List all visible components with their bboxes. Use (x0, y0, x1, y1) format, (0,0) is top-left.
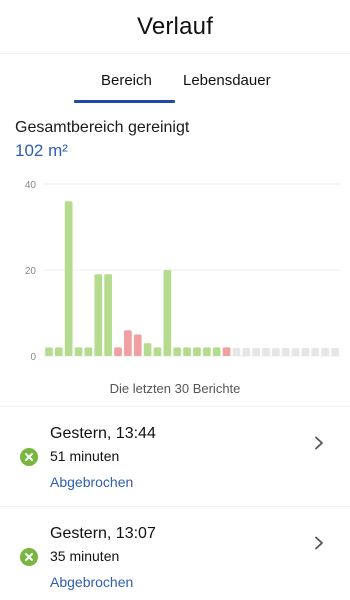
chart-bar[interactable] (311, 348, 320, 356)
area-chart-svg: 40 20 0 (25, 180, 340, 363)
chart-bar[interactable] (252, 348, 260, 356)
chart-bar[interactable] (272, 348, 280, 356)
divider (0, 406, 350, 407)
history-item-duration: 51 minuten (50, 448, 120, 464)
chart-bar[interactable] (153, 347, 162, 356)
chart-bar[interactable] (281, 348, 290, 356)
chart-bar[interactable] (212, 347, 221, 356)
total-area-label: Gesamtbereich gereinigt (15, 119, 190, 136)
chart-bar[interactable] (193, 347, 201, 356)
chart-bar[interactable] (183, 347, 191, 356)
chart-bar[interactable] (291, 348, 300, 356)
tab-bar: Bereich Lebensdauer (0, 54, 350, 104)
chart-bar[interactable] (232, 348, 241, 356)
chart-bar[interactable] (124, 330, 132, 356)
chart-bar[interactable] (45, 347, 53, 356)
chart-bar[interactable] (173, 347, 182, 356)
chart-bar[interactable] (202, 347, 211, 356)
chart-bar[interactable] (104, 274, 112, 356)
active-tab-indicator (74, 100, 175, 103)
history-item-status: Abgebrochen (50, 574, 134, 590)
chart-bar[interactable] (74, 347, 83, 356)
divider (0, 506, 350, 507)
chart-bar[interactable] (222, 347, 231, 356)
history-item-status: Abgebrochen (50, 474, 134, 490)
total-area-value: 102 m² (15, 141, 68, 160)
page-title: Verlauf (136, 12, 214, 40)
chart-bar[interactable] (301, 348, 310, 356)
area-chart: 40 20 0 (0, 172, 350, 368)
chart-bar[interactable] (163, 270, 172, 356)
chart-bar[interactable] (133, 334, 142, 357)
chart-bar[interactable] (331, 348, 339, 356)
chart-bar[interactable] (321, 348, 330, 356)
history-item[interactable]: Gestern, 13:44 51 minuten Abgebrochen (0, 416, 350, 506)
chart-bar[interactable] (64, 201, 73, 356)
chevron-right-icon (315, 436, 323, 450)
app-header: Verlauf (0, 0, 350, 54)
y-tick-label: 40 (25, 180, 37, 191)
cancel-icon (20, 448, 38, 466)
y-tick-label: 0 (30, 352, 36, 363)
chart-bar[interactable] (262, 348, 270, 356)
tab-lebensdauer[interactable]: Lebensdauer (183, 72, 271, 89)
chart-caption: Die letzten 30 Berichte (109, 381, 241, 396)
history-item[interactable]: Gestern, 13:07 35 minuten Abgebrochen (0, 516, 350, 600)
chevron-right-icon (315, 536, 323, 550)
history-item-duration: 35 minuten (50, 548, 120, 564)
chart-bar[interactable] (143, 343, 152, 356)
y-tick-label: 20 (25, 266, 37, 277)
chart-bar[interactable] (94, 274, 103, 356)
tab-bereich[interactable]: Bereich (101, 72, 152, 89)
chart-bar[interactable] (242, 348, 251, 356)
chart-bar[interactable] (114, 347, 122, 356)
history-item-title: Gestern, 13:44 (50, 425, 156, 442)
history-item-title: Gestern, 13:07 (50, 525, 156, 542)
cancel-icon (20, 548, 38, 566)
chart-bar[interactable] (84, 347, 93, 356)
chart-bar[interactable] (54, 347, 63, 356)
